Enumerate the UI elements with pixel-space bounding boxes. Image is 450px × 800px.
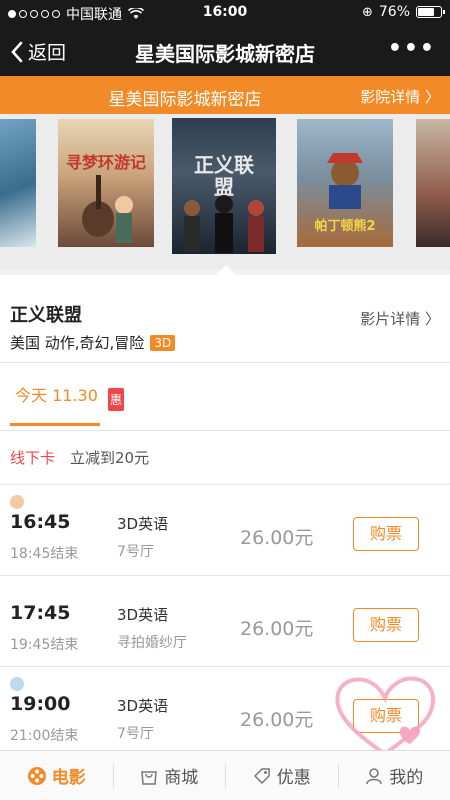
battery-percent: 76% bbox=[378, 4, 410, 20]
poster-carousel[interactable]: 寻梦环游记 正义联盟 帕丁顿熊2 bbox=[0, 114, 450, 270]
poster-title: 正义联盟 bbox=[194, 153, 254, 199]
movie-genres: 美国 动作,奇幻,冒险 bbox=[10, 334, 145, 352]
sun-icon bbox=[10, 495, 24, 509]
battery-icon bbox=[416, 6, 445, 18]
movie-detail-link[interactable]: 影片详情 〉 bbox=[360, 308, 440, 329]
bottom-tab-bar: 电影 商城 优惠 我的 bbox=[0, 750, 450, 800]
promo-row[interactable]: 线下卡 立减到20元 bbox=[0, 431, 450, 485]
poster-title: 帕丁顿熊2 bbox=[314, 219, 376, 234]
poster-partial-left[interactable] bbox=[0, 119, 36, 247]
buy-ticket-button[interactable]: 购票 bbox=[353, 517, 419, 551]
cinema-banner: 星美国际影城新密店 影院详情 〉 bbox=[0, 76, 450, 114]
page-title: 星美国际影城新密店 bbox=[135, 42, 315, 66]
nav-bar: 返回 星美国际影城新密店 ••• bbox=[0, 26, 450, 76]
showtime-row: 16:45 18:45结束 3D英语 7号厅 26.00元 购票 bbox=[0, 485, 450, 576]
more-button[interactable]: ••• bbox=[388, 36, 436, 61]
poster-paddington[interactable]: 帕丁顿熊2 bbox=[297, 119, 393, 247]
back-button[interactable]: 返回 bbox=[10, 38, 66, 65]
hall-name: 寻拍婚纱厅 bbox=[117, 635, 187, 651]
tag-icon bbox=[253, 767, 270, 784]
user-icon bbox=[366, 767, 382, 784]
active-tab-indicator bbox=[10, 423, 100, 426]
tab-shop[interactable]: 商城 bbox=[112, 751, 226, 800]
end-time: 19:45结束 bbox=[10, 637, 79, 653]
format-language: 3D英语 bbox=[117, 515, 169, 533]
battery-fill bbox=[418, 8, 434, 16]
status-right: ⊕ 76% bbox=[361, 4, 445, 20]
date-tabs: 今天 11.30 惠 bbox=[0, 363, 450, 431]
ticket-price: 26.00元 bbox=[240, 618, 314, 640]
buy-ticket-button[interactable]: 购票 bbox=[353, 699, 419, 733]
shop-icon bbox=[141, 770, 158, 785]
end-time: 21:00结束 bbox=[10, 728, 79, 744]
selected-poster-caret bbox=[216, 265, 236, 275]
start-time: 19:00 bbox=[10, 693, 71, 715]
guitar-figure-icon bbox=[82, 175, 133, 243]
tab-today[interactable]: 今天 11.30 bbox=[15, 382, 98, 406]
buy-ticket-button[interactable]: 购票 bbox=[353, 608, 419, 642]
showtime-row: 17:45 19:45结束 3D英语 寻拍婚纱厅 26.00元 购票 bbox=[0, 576, 450, 667]
chevron-right-icon: 〉 bbox=[424, 310, 440, 328]
promo-card-label: 线下卡 bbox=[10, 449, 56, 467]
tab-label: 我的 bbox=[389, 768, 424, 788]
movie-meta: 美国 动作,奇幻,冒险 3D bbox=[10, 332, 176, 353]
tab-movies[interactable]: 电影 bbox=[0, 751, 113, 800]
cinema-detail-link[interactable]: 影院详情 〉 bbox=[360, 86, 440, 107]
end-time: 18:45结束 bbox=[10, 546, 79, 562]
chevron-right-icon: 〉 bbox=[424, 88, 440, 106]
tab-label: 电影 bbox=[51, 768, 86, 788]
format-badge: 3D bbox=[150, 334, 176, 351]
poster-partial-right[interactable] bbox=[416, 119, 450, 247]
movie-detail-label: 影片详情 bbox=[360, 310, 421, 328]
rotation-lock-icon: ⊕ bbox=[361, 4, 373, 20]
ticket-price: 26.00元 bbox=[240, 527, 314, 549]
showtime-row: 19:00 21:00结束 3D英语 7号厅 26.00元 购票 bbox=[0, 667, 450, 758]
bear-figure-icon bbox=[327, 153, 363, 209]
start-time: 17:45 bbox=[10, 602, 71, 624]
chevron-left-icon bbox=[11, 41, 23, 62]
tab-mine[interactable]: 我的 bbox=[337, 751, 450, 800]
promo-description: 立减到20元 bbox=[70, 449, 150, 467]
hall-name: 7号厅 bbox=[117, 544, 154, 560]
tab-offers[interactable]: 优惠 bbox=[225, 751, 338, 800]
movie-info: 正义联盟 影片详情 〉 美国 动作,奇幻,冒险 3D bbox=[0, 275, 450, 363]
format-language: 3D英语 bbox=[117, 606, 169, 624]
format-language: 3D英语 bbox=[117, 697, 169, 715]
poster-coco[interactable]: 寻梦环游记 bbox=[58, 119, 154, 247]
heroes-figure-icon bbox=[184, 195, 264, 253]
tab-label: 商城 bbox=[164, 768, 199, 788]
poster-justice-league[interactable]: 正义联盟 bbox=[172, 118, 276, 254]
discount-badge: 惠 bbox=[108, 388, 125, 411]
showtime-list: 16:45 18:45结束 3D英语 7号厅 26.00元 购票 17:45 1… bbox=[0, 485, 450, 758]
hall-name: 7号厅 bbox=[117, 726, 154, 742]
start-time: 16:45 bbox=[10, 511, 71, 533]
tab-label: 优惠 bbox=[276, 768, 311, 788]
moon-icon bbox=[10, 677, 24, 691]
back-label: 返回 bbox=[28, 42, 67, 64]
ticket-price: 26.00元 bbox=[240, 709, 314, 731]
cinema-name: 星美国际影城新密店 bbox=[108, 90, 262, 110]
movie-title: 正义联盟 bbox=[10, 305, 82, 326]
cinema-detail-label: 影院详情 bbox=[360, 88, 421, 106]
status-bar: 中国联通 16:00 ⊕ 76% bbox=[0, 0, 450, 26]
film-icon bbox=[27, 766, 46, 785]
